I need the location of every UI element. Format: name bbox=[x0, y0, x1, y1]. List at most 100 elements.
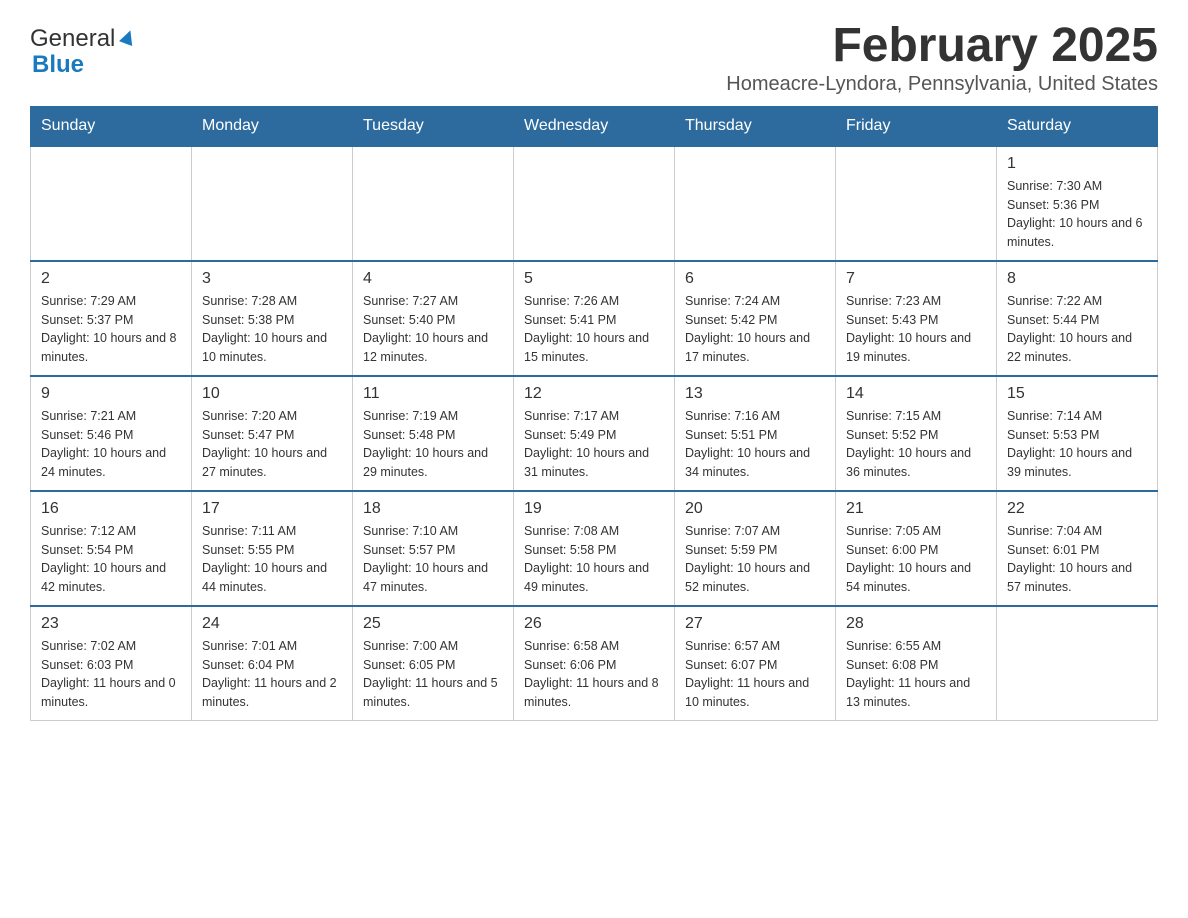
page-title: February 2025 bbox=[726, 20, 1158, 73]
calendar-table: Sunday Monday Tuesday Wednesday Thursday… bbox=[30, 106, 1158, 721]
day-number: 18 bbox=[363, 500, 503, 518]
day-number: 16 bbox=[41, 500, 181, 518]
table-row bbox=[836, 146, 997, 261]
logo-triangle-icon bbox=[117, 26, 139, 48]
calendar-week-row: 1 Sunrise: 7:30 AMSunset: 5:36 PMDaylight… bbox=[31, 146, 1158, 261]
logo-blue-text: Blue bbox=[32, 51, 84, 79]
table-row: 20Sunrise: 7:07 AMSunset: 5:59 PMDayligh… bbox=[675, 491, 836, 606]
logo: General Blue bbox=[30, 20, 139, 79]
day-number: 2 bbox=[41, 270, 181, 288]
day-info: Sunrise: 7:17 AMSunset: 5:49 PMDaylight:… bbox=[524, 407, 664, 482]
day-info: Sunrise: 7:11 AMSunset: 5:55 PMDaylight:… bbox=[202, 522, 342, 597]
logo-general-text: General bbox=[30, 25, 115, 53]
day-number: 22 bbox=[1007, 500, 1147, 518]
table-row: 1 Sunrise: 7:30 AMSunset: 5:36 PMDaylight… bbox=[997, 146, 1158, 261]
calendar-week-row: 2Sunrise: 7:29 AMSunset: 5:37 PMDaylight… bbox=[31, 261, 1158, 376]
table-row: 21 Sunrise: 7:05 AMSunset: 6:00 PMDayligh… bbox=[836, 491, 997, 606]
header-wednesday: Wednesday bbox=[514, 106, 675, 146]
table-row: 9Sunrise: 7:21 AMSunset: 5:46 PMDaylight… bbox=[31, 376, 192, 491]
day-number: 7 bbox=[846, 270, 986, 288]
table-row: 28 Sunrise: 6:55 AMSunset: 6:08 PMDayligh… bbox=[836, 606, 997, 721]
day-number: 17 bbox=[202, 500, 342, 518]
day-info: Sunrise: 7:16 AMSunset: 5:51 PMDaylight:… bbox=[685, 407, 825, 482]
header-sunday: Sunday bbox=[31, 106, 192, 146]
day-info: Sunrise: 7:27 AMSunset: 5:40 PMDaylight:… bbox=[363, 292, 503, 367]
day-number: 23 bbox=[41, 615, 181, 633]
day-number: 6 bbox=[685, 270, 825, 288]
weekday-header-row: Sunday Monday Tuesday Wednesday Thursday… bbox=[31, 106, 1158, 146]
day-number: 26 bbox=[524, 615, 664, 633]
day-info: Sunrise: 7:02 AMSunset: 6:03 PMDaylight:… bbox=[41, 637, 181, 712]
day-info: Sunrise: 7:12 AMSunset: 5:54 PMDaylight:… bbox=[41, 522, 181, 597]
table-row: 11 Sunrise: 7:19 AMSunset: 5:48 PMDayligh… bbox=[353, 376, 514, 491]
header-thursday: Thursday bbox=[675, 106, 836, 146]
day-info: Sunrise: 7:26 AMSunset: 5:41 PMDaylight:… bbox=[524, 292, 664, 367]
day-info: Sunrise: 7:00 AMSunset: 6:05 PMDaylight:… bbox=[363, 637, 503, 712]
day-number: 5 bbox=[524, 270, 664, 288]
table-row: 4 Sunrise: 7:27 AMSunset: 5:40 PMDaylight… bbox=[353, 261, 514, 376]
header-saturday: Saturday bbox=[997, 106, 1158, 146]
table-row: 13 Sunrise: 7:16 AMSunset: 5:51 PMDayligh… bbox=[675, 376, 836, 491]
table-row: 19 Sunrise: 7:08 AMSunset: 5:58 PMDayligh… bbox=[514, 491, 675, 606]
title-area: February 2025 Homeacre-Lyndora, Pennsylv… bbox=[726, 20, 1158, 96]
table-row: 6 Sunrise: 7:24 AMSunset: 5:42 PMDaylight… bbox=[675, 261, 836, 376]
table-row: 17 Sunrise: 7:11 AMSunset: 5:55 PMDayligh… bbox=[192, 491, 353, 606]
day-info: Sunrise: 7:22 AMSunset: 5:44 PMDaylight:… bbox=[1007, 292, 1147, 367]
day-info: Sunrise: 7:08 AMSunset: 5:58 PMDaylight:… bbox=[524, 522, 664, 597]
table-row: 22 Sunrise: 7:04 AMSunset: 6:01 PMDayligh… bbox=[997, 491, 1158, 606]
calendar-week-row: 16 Sunrise: 7:12 AMSunset: 5:54 PMDayligh… bbox=[31, 491, 1158, 606]
day-number: 1 bbox=[1007, 155, 1147, 173]
header-tuesday: Tuesday bbox=[353, 106, 514, 146]
day-number: 15 bbox=[1007, 385, 1147, 403]
day-number: 21 bbox=[846, 500, 986, 518]
header-friday: Friday bbox=[836, 106, 997, 146]
table-row: 7 Sunrise: 7:23 AMSunset: 5:43 PMDaylight… bbox=[836, 261, 997, 376]
day-info: Sunrise: 7:04 AMSunset: 6:01 PMDaylight:… bbox=[1007, 522, 1147, 597]
calendar-week-row: 23 Sunrise: 7:02 AMSunset: 6:03 PMDayligh… bbox=[31, 606, 1158, 721]
day-number: 24 bbox=[202, 615, 342, 633]
table-row: 2Sunrise: 7:29 AMSunset: 5:37 PMDaylight… bbox=[31, 261, 192, 376]
table-row: 5 Sunrise: 7:26 AMSunset: 5:41 PMDaylight… bbox=[514, 261, 675, 376]
day-info: Sunrise: 7:05 AMSunset: 6:00 PMDaylight:… bbox=[846, 522, 986, 597]
table-row: 25 Sunrise: 7:00 AMSunset: 6:05 PMDayligh… bbox=[353, 606, 514, 721]
table-row: 26 Sunrise: 6:58 AMSunset: 6:06 PMDayligh… bbox=[514, 606, 675, 721]
table-row: 8Sunrise: 7:22 AMSunset: 5:44 PMDaylight… bbox=[997, 261, 1158, 376]
day-info: Sunrise: 7:14 AMSunset: 5:53 PMDaylight:… bbox=[1007, 407, 1147, 482]
day-number: 9 bbox=[41, 385, 181, 403]
day-number: 20 bbox=[685, 500, 825, 518]
table-row bbox=[353, 146, 514, 261]
day-number: 27 bbox=[685, 615, 825, 633]
table-row: 12Sunrise: 7:17 AMSunset: 5:49 PMDayligh… bbox=[514, 376, 675, 491]
day-info: Sunrise: 7:10 AMSunset: 5:57 PMDaylight:… bbox=[363, 522, 503, 597]
day-info: Sunrise: 7:23 AMSunset: 5:43 PMDaylight:… bbox=[846, 292, 986, 367]
table-row: 18 Sunrise: 7:10 AMSunset: 5:57 PMDayligh… bbox=[353, 491, 514, 606]
page-header: General Blue February 2025 Homeacre-Lynd… bbox=[30, 20, 1158, 96]
day-info: Sunrise: 7:20 AMSunset: 5:47 PMDaylight:… bbox=[202, 407, 342, 482]
day-number: 4 bbox=[363, 270, 503, 288]
day-number: 28 bbox=[846, 615, 986, 633]
table-row bbox=[675, 146, 836, 261]
day-info: Sunrise: 7:28 AMSunset: 5:38 PMDaylight:… bbox=[202, 292, 342, 367]
table-row: 3 Sunrise: 7:28 AMSunset: 5:38 PMDaylight… bbox=[192, 261, 353, 376]
day-number: 10 bbox=[202, 385, 342, 403]
table-row bbox=[514, 146, 675, 261]
table-row: 27Sunrise: 6:57 AMSunset: 6:07 PMDayligh… bbox=[675, 606, 836, 721]
day-number: 25 bbox=[363, 615, 503, 633]
day-number: 3 bbox=[202, 270, 342, 288]
day-info: Sunrise: 7:19 AMSunset: 5:48 PMDaylight:… bbox=[363, 407, 503, 482]
calendar-week-row: 9Sunrise: 7:21 AMSunset: 5:46 PMDaylight… bbox=[31, 376, 1158, 491]
table-row: 10 Sunrise: 7:20 AMSunset: 5:47 PMDayligh… bbox=[192, 376, 353, 491]
day-info: Sunrise: 6:55 AMSunset: 6:08 PMDaylight:… bbox=[846, 637, 986, 712]
day-number: 19 bbox=[524, 500, 664, 518]
day-info: Sunrise: 7:30 AMSunset: 5:36 PMDaylight:… bbox=[1007, 177, 1147, 252]
day-number: 13 bbox=[685, 385, 825, 403]
day-number: 11 bbox=[363, 385, 503, 403]
day-info: Sunrise: 7:15 AMSunset: 5:52 PMDaylight:… bbox=[846, 407, 986, 482]
day-number: 14 bbox=[846, 385, 986, 403]
table-row bbox=[192, 146, 353, 261]
table-row: 23 Sunrise: 7:02 AMSunset: 6:03 PMDayligh… bbox=[31, 606, 192, 721]
day-info: Sunrise: 6:58 AMSunset: 6:06 PMDaylight:… bbox=[524, 637, 664, 712]
header-monday: Monday bbox=[192, 106, 353, 146]
table-row bbox=[31, 146, 192, 261]
day-info: Sunrise: 7:24 AMSunset: 5:42 PMDaylight:… bbox=[685, 292, 825, 367]
